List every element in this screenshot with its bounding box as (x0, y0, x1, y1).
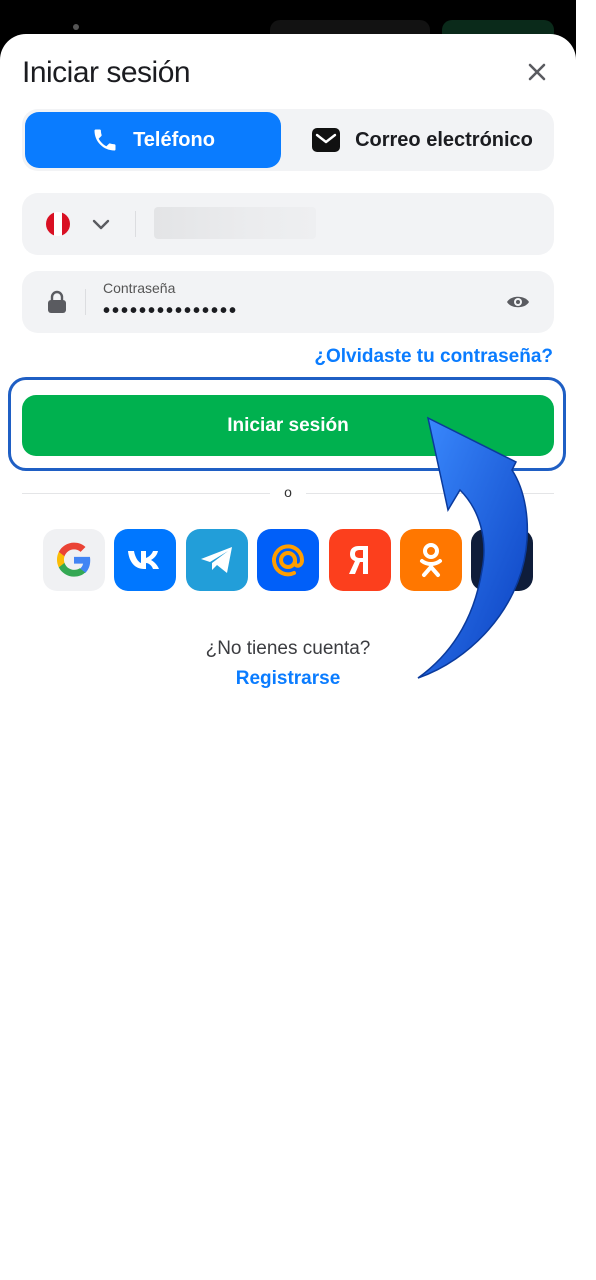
login-method-tabs: Teléfono Correo electrónico (22, 109, 554, 171)
telegram-login-button[interactable] (186, 529, 248, 591)
vk-login-button[interactable] (114, 529, 176, 591)
phone-field[interactable] (22, 193, 554, 255)
yandex-icon (349, 546, 368, 574)
vk-icon (128, 551, 159, 569)
envelope-icon (312, 128, 341, 152)
yandex-login-button[interactable] (329, 529, 391, 591)
google-icon (56, 542, 91, 577)
flag-peru-icon (46, 212, 70, 236)
annotation-arrow (417, 416, 529, 679)
field-separator (85, 289, 86, 315)
forgot-password-link[interactable]: ¿Olvidaste tu contraseña? (314, 346, 553, 368)
divider-text: o (284, 484, 292, 500)
phone-icon (94, 129, 116, 151)
header-dot (73, 24, 79, 30)
tab-email[interactable]: Correo electrónico (292, 112, 552, 168)
country-selector[interactable] (90, 213, 112, 240)
tab-phone[interactable]: Teléfono (25, 112, 281, 168)
close-icon (528, 63, 546, 81)
tab-phone-label: Teléfono (133, 128, 215, 151)
close-button[interactable] (523, 58, 551, 86)
tab-email-label: Correo electrónico (355, 128, 533, 151)
password-field[interactable]: Contraseña ••••••••••••••• (22, 271, 554, 333)
mail-ru-login-button[interactable] (257, 529, 319, 591)
google-login-button[interactable] (43, 529, 105, 591)
eye-icon (507, 296, 529, 308)
phone-input-redacted[interactable] (154, 207, 316, 239)
field-separator (135, 211, 136, 237)
divider-line (22, 493, 270, 494)
chevron-down-icon (92, 219, 110, 230)
telegram-icon (201, 547, 232, 573)
password-input[interactable]: ••••••••••••••• (103, 300, 238, 323)
page-title: Iniciar sesión (22, 56, 191, 89)
toggle-password-visibility[interactable] (506, 291, 530, 318)
lock-icon (46, 290, 68, 319)
mail-ru-icon (272, 544, 305, 577)
password-label: Contraseña (103, 280, 176, 296)
